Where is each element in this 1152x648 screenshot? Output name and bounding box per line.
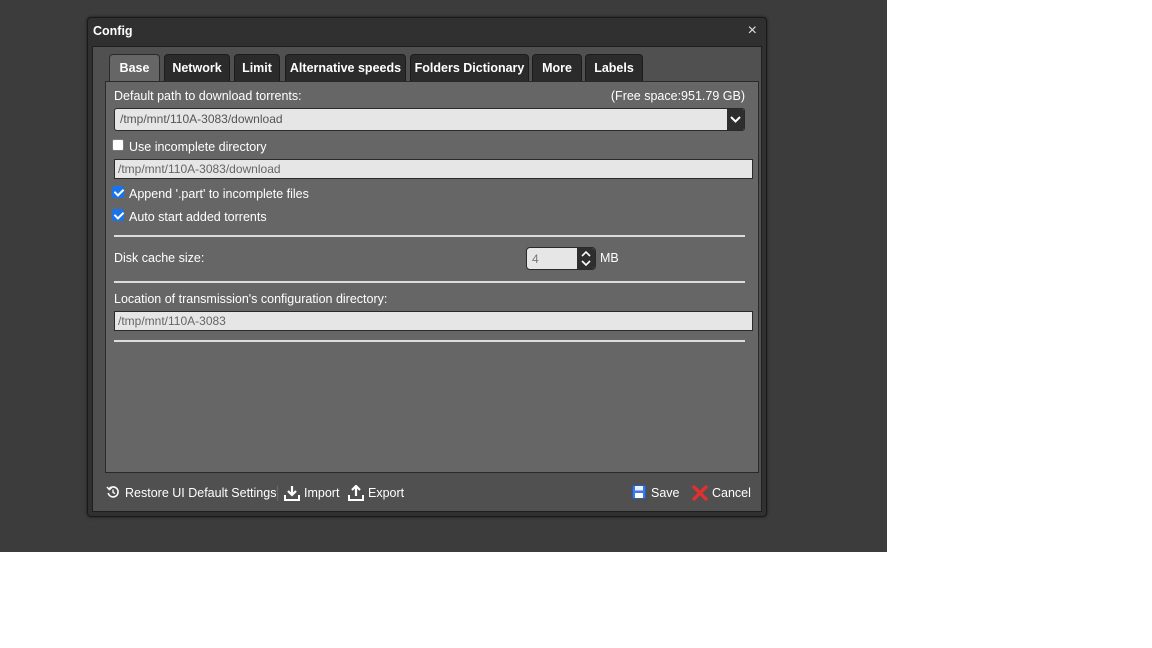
- tab-network[interactable]: Network: [164, 54, 230, 81]
- disk-cache-stepper[interactable]: 4: [526, 247, 596, 270]
- auto-start-label: Auto start added torrents: [129, 210, 267, 224]
- tab-folders-dictionary[interactable]: Folders Dictionary: [410, 54, 529, 81]
- restore-defaults-label: Restore UI Default Settings: [125, 486, 277, 500]
- import-button[interactable]: Import: [284, 483, 339, 503]
- stepper-buttons[interactable]: [577, 248, 595, 269]
- tab-base[interactable]: Base: [109, 54, 160, 82]
- chevron-down-icon: [581, 260, 591, 267]
- append-part-checkbox[interactable]: [112, 186, 124, 198]
- download-path-value: /tmp/mnt/110A-3083/download: [120, 112, 283, 126]
- tab-more[interactable]: More: [532, 54, 582, 81]
- dialog-titlebar[interactable]: Config ×: [88, 18, 766, 46]
- download-path-label: Default path to download torrents:: [114, 89, 302, 103]
- import-icon: [284, 486, 300, 501]
- chevron-up-icon: [581, 250, 591, 257]
- section-divider: [114, 235, 745, 237]
- export-button[interactable]: Export: [348, 483, 406, 503]
- disk-cache-value: 4: [532, 252, 539, 266]
- save-label: Save: [651, 486, 680, 500]
- restore-defaults-button[interactable]: Restore UI Default Settings: [106, 483, 276, 503]
- section-divider: [114, 281, 745, 283]
- append-part-label: Append '.part' to incomplete files: [129, 187, 309, 201]
- tab-labels[interactable]: Labels: [585, 54, 643, 81]
- use-incomplete-label: Use incomplete directory: [129, 140, 267, 154]
- footer-separator: [277, 486, 278, 501]
- export-icon: [348, 485, 364, 501]
- config-dir-input[interactable]: /tmp/mnt/110A-3083: [114, 311, 753, 331]
- base-settings-panel: Default path to download torrents: (Free…: [105, 81, 759, 473]
- floppy-disk-icon: [632, 485, 646, 499]
- dialog-body: Base Network Limit Alternative speeds Fo…: [92, 46, 762, 512]
- chevron-down-icon[interactable]: [727, 109, 744, 130]
- cancel-icon: [692, 485, 708, 501]
- section-divider: [114, 340, 745, 342]
- use-incomplete-checkbox[interactable]: [112, 139, 124, 151]
- cancel-button[interactable]: Cancel: [692, 483, 752, 503]
- dialog-title: Config: [93, 24, 133, 38]
- tab-alternative-speeds[interactable]: Alternative speeds: [285, 54, 406, 81]
- import-label: Import: [304, 486, 340, 500]
- config-dir-label: Location of transmission's configuration…: [114, 292, 388, 306]
- incomplete-dir-input[interactable]: /tmp/mnt/110A-3083/download: [114, 159, 753, 179]
- tab-limit[interactable]: Limit: [234, 54, 280, 81]
- free-space-text: (Free space:951.79 GB): [610, 89, 745, 103]
- dialog-footer: Restore UI Default Settings Import Expor…: [88, 483, 766, 513]
- config-dialog: Config × Base Network Limit Alternative …: [87, 17, 767, 517]
- auto-start-checkbox[interactable]: [112, 209, 124, 221]
- cancel-label: Cancel: [712, 486, 751, 500]
- export-label: Export: [368, 486, 405, 500]
- save-button[interactable]: Save: [632, 483, 680, 503]
- disk-cache-label: Disk cache size:: [114, 251, 205, 265]
- restore-icon: [106, 486, 119, 498]
- download-path-select[interactable]: /tmp/mnt/110A-3083/download: [114, 108, 745, 131]
- close-button[interactable]: ×: [748, 22, 757, 40]
- disk-cache-unit: MB: [600, 251, 619, 265]
